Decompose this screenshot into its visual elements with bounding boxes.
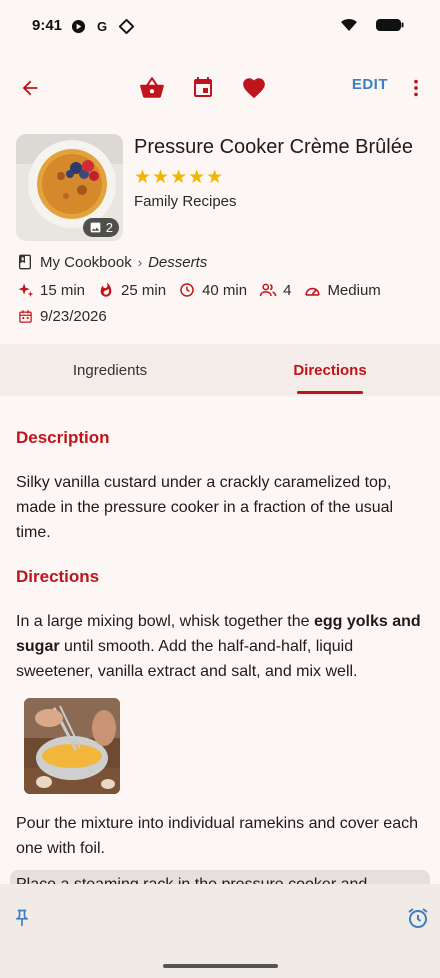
speedometer-icon [303,281,321,299]
step-text: In a large mixing bowl, whisk together t… [16,613,314,630]
edit-button[interactable]: EDIT [352,76,388,93]
book-icon [16,253,34,271]
step-text: until smooth. Add the half-and-half, liq… [16,638,358,680]
people-icon [259,281,277,299]
photo-count: 2 [105,220,113,235]
directions-heading: Directions [16,567,100,586]
timer-button[interactable] [398,898,438,938]
pin-button[interactable] [2,898,42,938]
recipe-title: Pressure Cooker Crème Brûlée [134,136,413,158]
tab-directions[interactable]: Directions [220,344,440,396]
cookbook-link[interactable]: My Cookbook [40,254,132,271]
alarm-icon [408,908,428,928]
basket-icon [140,77,164,98]
description-heading: Description [16,428,110,447]
cook-time: 25 min [121,281,167,299]
battery-icon [376,18,404,37]
breadcrumb-separator: › [137,254,143,270]
total-time: 40 min [202,281,248,299]
app-notification-icon [70,18,86,34]
sparkle-icon [16,281,34,299]
recipe-times: 15 min 25 min 40 min 4 Medium [16,281,426,299]
status-time: 9:41 [32,17,63,34]
photo-count-badge: 2 [82,218,119,237]
calendar-icon [194,77,212,97]
breadcrumb: My Cookbook › Desserts [16,253,426,271]
direction-step-1[interactable]: In a large mixing bowl, whisk together t… [16,609,424,684]
favorite-button[interactable] [234,68,274,108]
difficulty: Medium [327,281,381,299]
prep-time: 15 min [40,281,86,299]
status-system-icons [340,18,404,37]
clock-icon [178,281,196,299]
tab-ingredients[interactable]: Ingredients [0,344,220,396]
recipe-photo[interactable]: 2 [16,134,123,241]
subcategory-link[interactable]: Desserts [148,254,207,271]
wifi-icon [340,18,358,37]
servings: 4 [283,281,292,299]
recipe-category[interactable]: Family Recipes [134,193,237,210]
status-notification-icons: G [70,18,134,34]
calendar-small-icon [16,307,34,325]
more-options-button[interactable] [396,68,436,108]
recipe-date: 9/23/2026 [40,307,107,325]
arrow-back-icon [22,80,38,96]
rating-stars[interactable]: ★★★★★ [134,166,224,189]
shopping-basket-button[interactable] [132,68,172,108]
step-photo[interactable] [24,698,120,794]
pin-icon [16,909,28,927]
recipe-date-row: 9/23/2026 [16,307,426,325]
app-notification-icon [118,18,134,34]
google-icon: G [96,18,108,34]
recipe-tabs: Ingredients Directions [0,344,440,396]
direction-step-2[interactable]: Pour the mixture into individual ramekin… [16,811,424,861]
whisk-bowl-image [24,698,120,794]
more-vert-icon [414,79,418,97]
home-indicator[interactable] [163,964,278,968]
flame-icon [97,281,115,299]
tab-indicator [297,391,363,394]
back-button[interactable] [10,68,50,108]
description-text: Silky vanilla custard under a crackly ca… [16,474,394,541]
recipe-header: 2 Pressure Cooker Crème Brûlée ★★★★★ Fam… [16,134,424,244]
app-bar: EDIT [0,64,440,112]
calendar-button[interactable] [183,68,223,108]
image-icon [90,222,101,233]
heart-icon [243,78,265,99]
status-bar: 9:41 G [0,0,440,52]
